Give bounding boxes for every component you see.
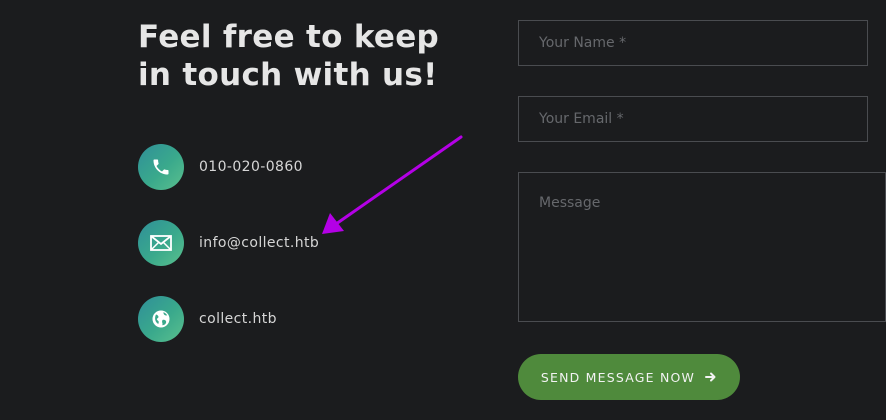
contact-heading: Feel free to keep in touch with us! — [138, 19, 440, 93]
send-message-label: SEND MESSAGE NOW — [540, 369, 696, 385]
contact-item-phone: 010-020-0860 — [138, 144, 303, 190]
email-address: info@collect.htb — [199, 235, 320, 251]
phone-number: 010-020-0860 — [199, 159, 303, 175]
globe-icon — [138, 296, 184, 342]
contact-section: Feel free to keep in touch with us! 010-… — [0, 0, 886, 420]
website-link[interactable]: collect.htb — [199, 311, 277, 327]
envelope-icon — [138, 220, 184, 266]
phone-icon — [138, 144, 184, 190]
arrow-right-icon — [705, 371, 717, 383]
email-input[interactable] — [518, 96, 868, 142]
name-input[interactable] — [518, 20, 868, 66]
contact-item-email: info@collect.htb — [138, 220, 319, 266]
message-textarea[interactable] — [518, 172, 886, 322]
send-message-button[interactable]: SEND MESSAGE NOW — [518, 354, 740, 400]
contact-item-website: collect.htb — [138, 296, 277, 342]
